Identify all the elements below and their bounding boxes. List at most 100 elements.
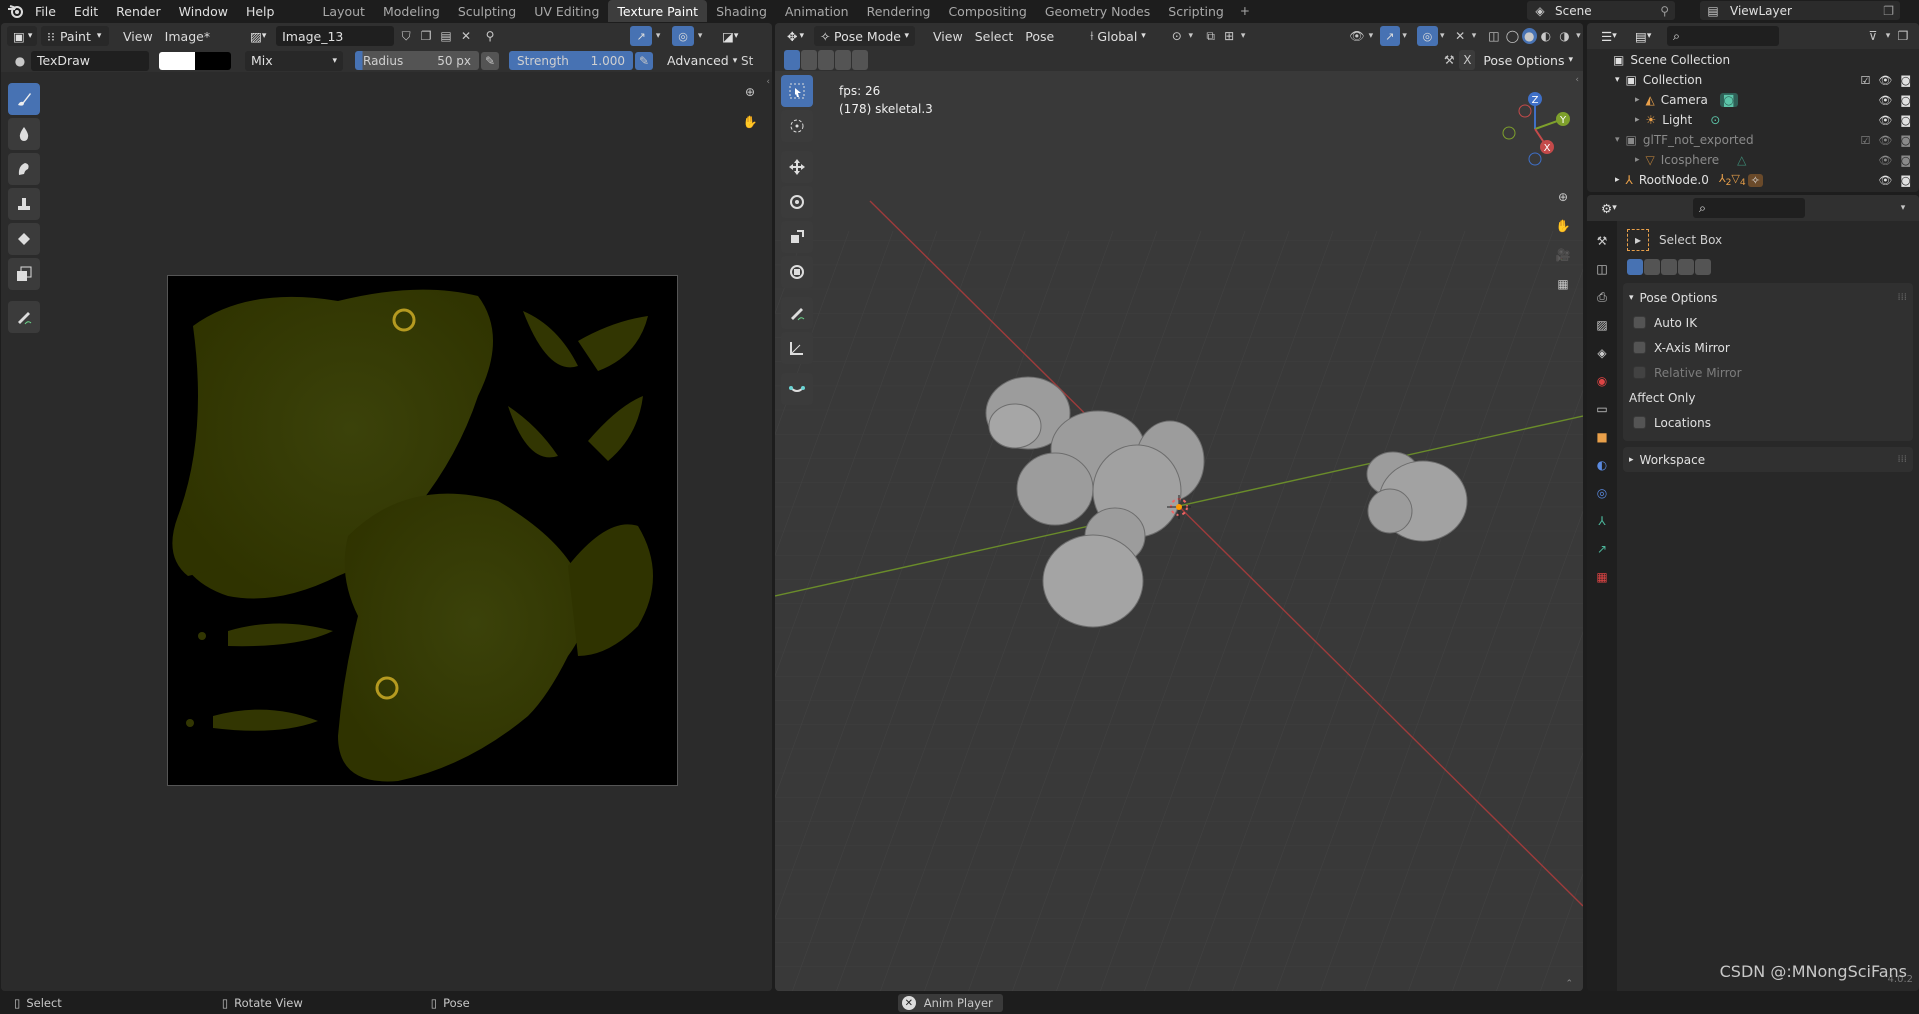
pressure-strength-icon[interactable]: ✎	[635, 51, 653, 70]
expand-arrow-icon[interactable]: ▸	[1629, 455, 1634, 465]
hide-tool-settings-icon[interactable]: ⚒	[1439, 50, 1459, 70]
chevron-down-icon[interactable]: ▾	[1893, 198, 1913, 218]
menu-view[interactable]: View	[927, 29, 969, 44]
x-mirror-checkbox[interactable]	[1633, 341, 1646, 354]
physics-tab-icon[interactable]: ◎	[1591, 482, 1613, 504]
solid-shading-icon[interactable]: ●	[1521, 28, 1537, 44]
pose-options-dropdown[interactable]: Pose Options ▾	[1477, 50, 1579, 70]
move-icon[interactable]	[781, 151, 813, 183]
primary-color-swatch[interactable]	[159, 51, 195, 70]
menu-pose[interactable]: Pose	[1019, 29, 1060, 44]
menu-window[interactable]: Window	[170, 4, 237, 19]
eye-icon[interactable]: 👁	[1878, 154, 1892, 167]
pin-icon[interactable]: ⚲	[1660, 4, 1669, 18]
select-intersect-icon[interactable]	[1678, 259, 1694, 275]
bone-tool-icon[interactable]	[781, 373, 813, 405]
auto-ik-row[interactable]: Auto IK	[1623, 310, 1913, 335]
camera-icon[interactable]: ◙	[1900, 174, 1911, 187]
annotate-icon[interactable]	[781, 297, 813, 329]
axis-gizmo[interactable]: Z Y X	[1495, 89, 1575, 169]
brush-icon[interactable]	[8, 83, 40, 115]
zoom-icon[interactable]: ⊕	[740, 82, 760, 102]
properties-search-input[interactable]: ⌕	[1693, 198, 1805, 218]
outliner-row-scene-collection[interactable]: ▣ Scene Collection	[1587, 50, 1919, 70]
workspace-panel-header[interactable]: ▸ Workspace ⁞⁞⁞	[1623, 447, 1913, 472]
image-browse-dropdown[interactable]: ▨ ▾	[244, 26, 273, 46]
xray-icon[interactable]: ◫	[1485, 26, 1504, 46]
eye-icon[interactable]: 👁	[1878, 134, 1892, 147]
outliner-row-gltf-not-exported[interactable]: ▾ ▣ glTF_not_exported ☑ 👁 ◙	[1587, 130, 1919, 150]
locations-checkbox[interactable]	[1633, 416, 1646, 429]
camera-icon[interactable]: ◙	[1900, 154, 1911, 167]
editor-type-dropdown[interactable]: ⚙ ▾	[1595, 198, 1625, 218]
perspective-grid-icon[interactable]: ▦	[1553, 274, 1573, 294]
camera-icon[interactable]: ◙	[1900, 74, 1911, 87]
hand-pan-icon[interactable]: ✋	[1553, 216, 1573, 236]
menu-render[interactable]: Render	[107, 4, 170, 19]
expand-arrow-icon[interactable]: ▾	[1629, 293, 1634, 303]
editor-type-dropdown[interactable]: ✥ ▾	[781, 26, 811, 46]
chevron-down-icon[interactable]: ▾	[1366, 26, 1375, 46]
render-tab-icon[interactable]: ◫	[1591, 258, 1613, 280]
select-box-icon[interactable]: ▸	[1627, 229, 1649, 251]
checkbox-icon[interactable]: ☑	[1860, 134, 1870, 147]
expand-arrow-icon[interactable]: ▸	[1635, 115, 1640, 125]
select-new-icon[interactable]	[784, 50, 800, 70]
pose-options-panel-header[interactable]: ▾ Pose Options ⁞⁞⁞	[1623, 285, 1913, 310]
select-extend-icon[interactable]	[801, 50, 817, 70]
constraints-tab-icon[interactable]: ⅄	[1591, 510, 1613, 532]
tab-rendering[interactable]: Rendering	[858, 0, 940, 22]
x-mirror-row[interactable]: X-Axis Mirror	[1623, 335, 1913, 360]
stroke-dropdown-cut[interactable]: St	[737, 54, 757, 68]
display-mode-dropdown[interactable]: ▤ ▾	[1629, 26, 1659, 46]
tab-sculpting[interactable]: Sculpting	[449, 0, 525, 22]
strength-slider[interactable]: Strength 1.000	[509, 51, 633, 70]
scene-tab-icon[interactable]: ◈	[1591, 342, 1613, 364]
radius-slider[interactable]: Radius 50 px	[355, 51, 479, 70]
chevron-down-icon[interactable]: ▾	[694, 26, 706, 46]
display-channels-dropdown[interactable]: ◪ ▾	[716, 26, 747, 46]
editor-type-dropdown[interactable]: ☰ ▾	[1595, 26, 1625, 46]
texture-tab-icon[interactable]: ▦	[1591, 566, 1613, 588]
auto-ik-checkbox[interactable]	[1633, 316, 1646, 329]
pin-icon[interactable]: ⚲	[480, 26, 500, 46]
select-intersect-icon[interactable]	[835, 50, 851, 70]
outliner-row-collection[interactable]: ▾ ▣ Collection ☑ 👁 ◙	[1587, 70, 1919, 90]
menu-image[interactable]: Image*	[159, 29, 216, 44]
menu-view[interactable]: View	[117, 29, 159, 44]
chevron-down-icon[interactable]: ▾	[652, 26, 664, 46]
wireframe-shading-icon[interactable]: ◯	[1503, 26, 1522, 46]
camera-icon[interactable]: ◙	[1900, 114, 1911, 127]
world-tab-icon[interactable]: ◉	[1591, 370, 1613, 392]
chevron-down-icon[interactable]: ▾	[1469, 26, 1478, 46]
select-subtract-icon[interactable]	[1661, 259, 1677, 275]
mode-dropdown[interactable]: ⁝⁝ Paint ▾	[41, 26, 109, 46]
tab-scripting[interactable]: Scripting	[1159, 0, 1233, 22]
image-canvas[interactable]: ⊕ ✋ ‹	[1, 72, 772, 991]
eye-icon[interactable]: 👁	[1878, 114, 1892, 127]
measure-icon[interactable]	[781, 332, 813, 364]
add-workspace-button[interactable]: +	[1233, 0, 1257, 22]
asset-shelf-toggle-icon[interactable]: ⌃	[1565, 979, 1573, 989]
mask-icon[interactable]	[8, 258, 40, 290]
snap-target-icon[interactable]: ⊞	[1220, 26, 1239, 46]
hand-pan-icon[interactable]: ✋	[740, 112, 760, 132]
drag-handle-icon[interactable]: ⁞⁞⁞	[1897, 454, 1907, 465]
tab-shading[interactable]: Shading	[707, 0, 776, 22]
locations-row[interactable]: Locations	[1623, 410, 1913, 435]
brush-name-field[interactable]: TexDraw	[31, 50, 149, 71]
open-image-icon[interactable]: ▤	[436, 26, 456, 46]
menu-help[interactable]: Help	[237, 4, 284, 19]
expand-arrow-icon[interactable]: ▸	[1635, 95, 1640, 105]
expand-arrow-icon[interactable]: ▾	[1615, 75, 1620, 85]
bone-tab-icon[interactable]: ↗	[1591, 538, 1613, 560]
tab-layout[interactable]: Layout	[313, 0, 374, 22]
select-invert-icon[interactable]	[1695, 259, 1711, 275]
fill-drop-icon[interactable]	[8, 118, 40, 150]
rendered-shading-icon[interactable]: ◑	[1555, 26, 1574, 46]
anim-player-button[interactable]: ✕ Anim Player	[897, 994, 1003, 1012]
tool-tab-icon[interactable]: ⚒	[1591, 230, 1613, 252]
drag-handle-icon[interactable]: ⁞⁞⁞	[1897, 292, 1907, 303]
camera-icon[interactable]: ◙	[1900, 94, 1911, 107]
chevron-down-icon[interactable]: ▾	[1186, 26, 1195, 46]
